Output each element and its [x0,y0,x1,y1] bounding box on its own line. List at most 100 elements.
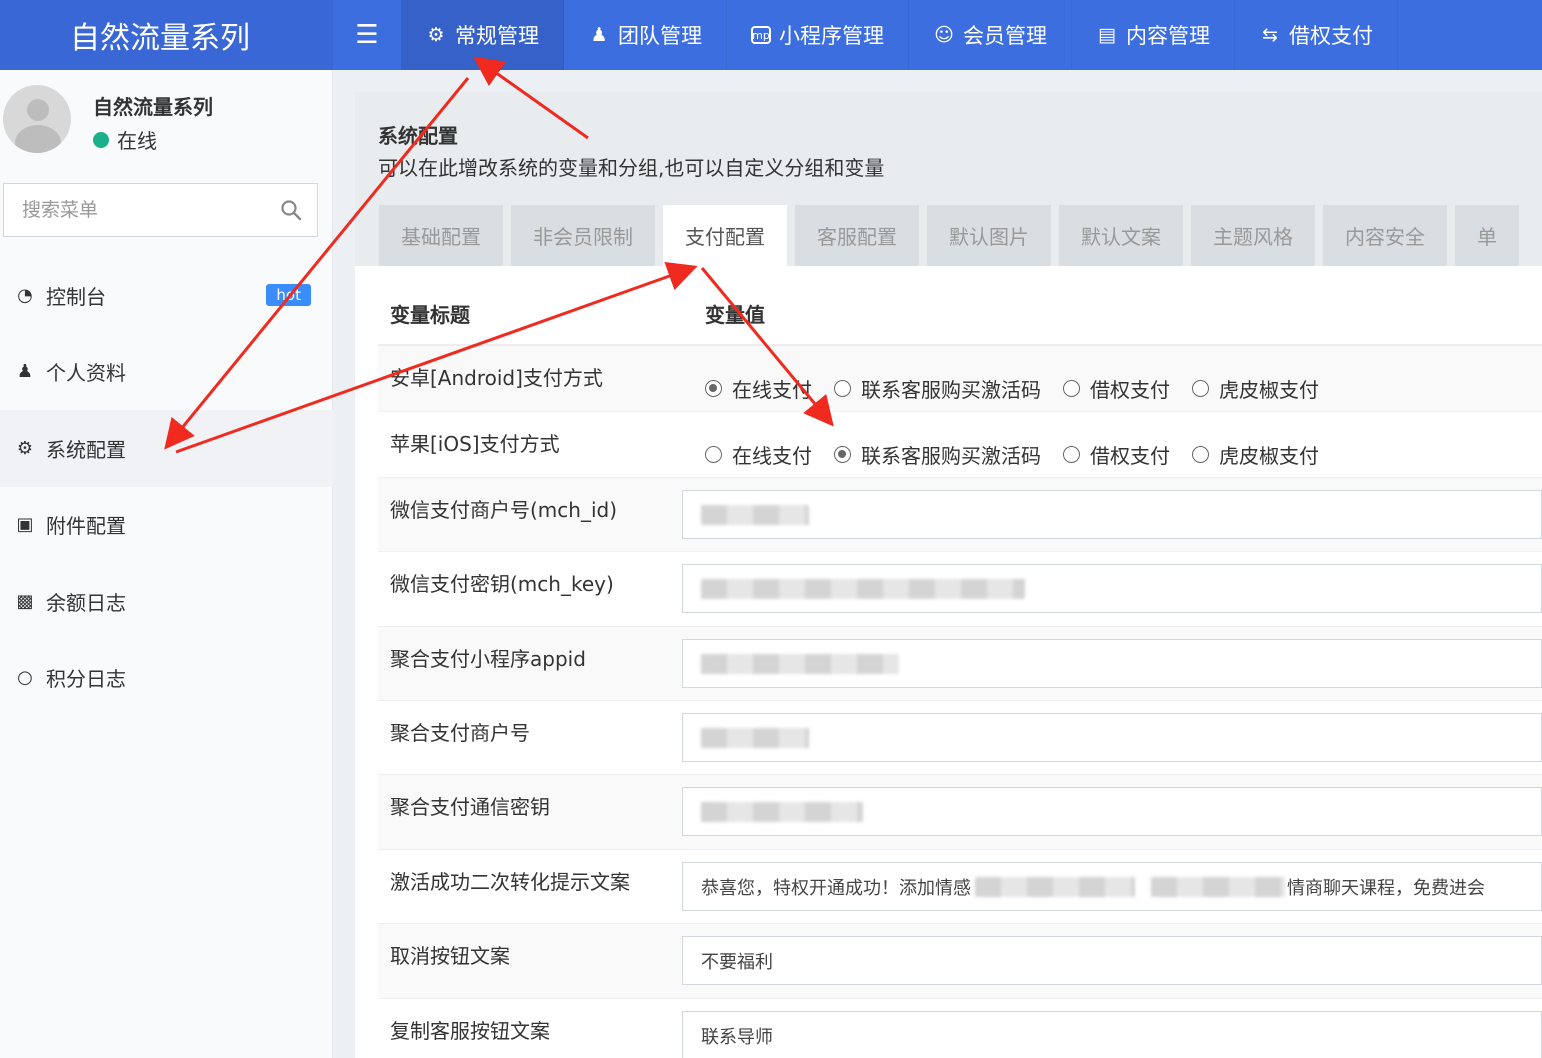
radio-android-borrow-pay[interactable]: 借权支付 [1063,374,1170,403]
radio-label: 联系客服购买激活码 [861,378,1041,402]
radio-android-online[interactable]: 在线支付 [705,374,812,403]
redacted-value [1151,876,1285,897]
sidebar-toggle-button[interactable]: ☰ [333,0,401,70]
sidebar-item-points-log[interactable]: ○ 积分日志 [0,640,333,717]
nav-item-label: 常规管理 [455,24,539,48]
input-value: 不要福利 [701,951,773,973]
radio-unchecked-icon [1192,446,1209,463]
user-circle-icon: ☺ [934,24,954,46]
sidebar: 自然流量系列 在线 ◔ 控制台 hot ♟ 个人资料 ⚙ 系统配置 ▣ 附件配置 [0,70,333,1058]
content-panel: 系统配置 可以在此增改系统的变量和分组,也可以自定义分组和变量 基础配置 非会员… [355,92,1542,1058]
sidebar-item-label: 积分日志 [46,667,126,692]
sidebar-item-balance-log[interactable]: ▩ 余额日志 [0,563,333,640]
tab-payment[interactable]: 支付配置 [663,205,787,266]
ios-payment-radio-group: 在线支付 联系客服购买激活码 借权支付 虎皮椒支付 [705,424,1542,469]
tab-default-image[interactable]: 默认图片 [927,205,1051,266]
nav-item-borrow-pay[interactable]: ⇆ 借权支付 [1235,0,1398,70]
top-navbar: 自然流量系列 ☰ ⚙ 常规管理 ♟ 团队管理 mp 小程序管理 ☺ 会员管理 ▤… [0,0,1542,70]
redacted-value [701,578,1025,599]
sidebar-item-attachment-config[interactable]: ▣ 附件配置 [0,487,333,564]
radio-ios-hupijiao[interactable]: 虎皮椒支付 [1192,440,1319,469]
radio-unchecked-icon [834,380,851,397]
sidebar-item-label: 控制台 [46,284,106,309]
table-row-copy-service-text: 复制客服按钮文案 联系导师 [378,999,1542,1058]
row-label: 聚合支付通信密钥 [390,795,550,819]
radio-label: 在线支付 [732,444,812,468]
nav-item-general[interactable]: ⚙ 常规管理 [401,0,564,70]
config-tabs: 基础配置 非会员限制 支付配置 客服配置 默认图片 默认文案 主题风格 内容安全… [379,205,1527,266]
radio-ios-online[interactable]: 在线支付 [705,440,812,469]
radio-ios-borrow-pay[interactable]: 借权支付 [1063,440,1170,469]
sidebar-item-label: 系统配置 [46,437,126,462]
hot-badge: hot [266,284,311,306]
menu-search-input[interactable] [4,185,265,235]
nav-item-member[interactable]: ☺ 会员管理 [909,0,1072,70]
image-icon: ▣ [16,514,34,536]
radio-label: 借权支付 [1090,444,1170,468]
row-value: 恭喜您，特权开通成功！添加情感 情商聊天课程，免费进会 [682,850,1542,923]
activation-tip-input[interactable]: 恭喜您，特权开通成功！添加情感 情商聊天课程，免费进会 [682,862,1542,911]
tab-non-member-limit[interactable]: 非会员限制 [511,205,655,266]
row-label: 聚合支付小程序appid [390,647,586,671]
column-header-title: 变量标题 [390,302,470,327]
row-label: 复制客服按钮文案 [390,1019,550,1043]
table-row-activation-tip: 激活成功二次转化提示文案 恭喜您，特权开通成功！添加情感 情商聊天课程，免费进会 [378,850,1542,924]
row-label: 微信支付商户号(mch_id) [390,498,618,522]
tab-basic[interactable]: 基础配置 [379,205,503,266]
radio-android-hupijiao[interactable]: 虎皮椒支付 [1192,374,1319,403]
search-icon[interactable] [265,184,317,236]
hamburger-icon: ☰ [355,20,379,50]
nav-item-label: 会员管理 [963,24,1047,48]
table-row-wechat-mch-id: 微信支付商户号(mch_id) [378,478,1542,552]
sidebar-item-dashboard[interactable]: ◔ 控制台 hot [0,257,333,334]
sidebar-item-label: 余额日志 [46,590,126,615]
radio-unchecked-icon [1063,380,1080,397]
tab-content-security[interactable]: 内容安全 [1323,205,1447,266]
radio-unchecked-icon [705,446,722,463]
radio-android-activation-code[interactable]: 联系客服购买激活码 [834,374,1041,403]
row-label: 聚合支付商户号 [390,721,530,745]
radio-checked-icon [834,446,851,463]
page-description: 可以在此增改系统的变量和分组,也可以自定义分组和变量 [378,156,885,180]
tab-theme[interactable]: 主题风格 [1191,205,1315,266]
aggregate-appid-input[interactable] [682,639,1542,688]
page-title: 系统配置 [378,124,458,148]
radio-ios-activation-code[interactable]: 联系客服购买激活码 [834,440,1041,469]
table-row-ios-payment: 苹果[iOS]支付方式 在线支付 联系客服购买激活码 借权支付 虎皮椒支付 [378,412,1542,478]
copy-service-text-input[interactable]: 联系导师 [682,1011,1542,1058]
avatar-body-shape [15,125,61,153]
gear-icon: ⚙ [16,437,34,459]
sidebar-item-system-config[interactable]: ⚙ 系统配置 [0,410,333,487]
redacted-value [701,727,809,748]
aggregate-merchant-input[interactable] [682,713,1542,762]
user-panel: 自然流量系列 在线 [3,85,333,157]
row-value: 在线支付 联系客服购买激活码 借权支付 虎皮椒支付 [705,346,1542,411]
user-status: 在线 [93,125,157,154]
input-value: 恭喜您，特权开通成功！添加情感 [701,877,971,899]
tab-more[interactable]: 单 [1455,205,1519,266]
nav-item-team[interactable]: ♟ 团队管理 [564,0,727,70]
radio-label: 在线支付 [732,378,812,402]
wechat-mch-key-input[interactable] [682,564,1542,613]
cancel-text-input[interactable]: 不要福利 [682,936,1542,985]
input-value-suffix: 情商聊天课程，免费进会 [1287,877,1485,899]
content-header: 系统配置 可以在此增改系统的变量和分组,也可以自定义分组和变量 基础配置 非会员… [355,92,1542,266]
radio-unchecked-icon [1192,380,1209,397]
dashboard-icon: ◔ [17,284,33,306]
nav-item-miniprogram[interactable]: mp 小程序管理 [727,0,909,70]
brand-logo[interactable]: 自然流量系列 [0,0,333,70]
row-value: 在线支付 联系客服购买激活码 借权支付 虎皮椒支付 [705,412,1542,477]
radio-label: 虎皮椒支付 [1219,378,1319,402]
wechat-mch-id-input[interactable] [682,490,1542,539]
nav-item-label: 小程序管理 [779,24,884,48]
miniprogram-icon: mp [751,26,771,44]
row-label: 取消按钮文案 [390,944,510,968]
radio-label: 借权支付 [1090,378,1170,402]
user-name: 自然流量系列 [93,95,213,119]
sidebar-item-profile[interactable]: ♟ 个人资料 [0,334,333,411]
nav-item-content[interactable]: ▤ 内容管理 [1072,0,1235,70]
tab-customer-service[interactable]: 客服配置 [795,205,919,266]
menu-search [3,183,318,237]
tab-default-copy[interactable]: 默认文案 [1059,205,1183,266]
aggregate-secret-input[interactable] [682,787,1542,836]
